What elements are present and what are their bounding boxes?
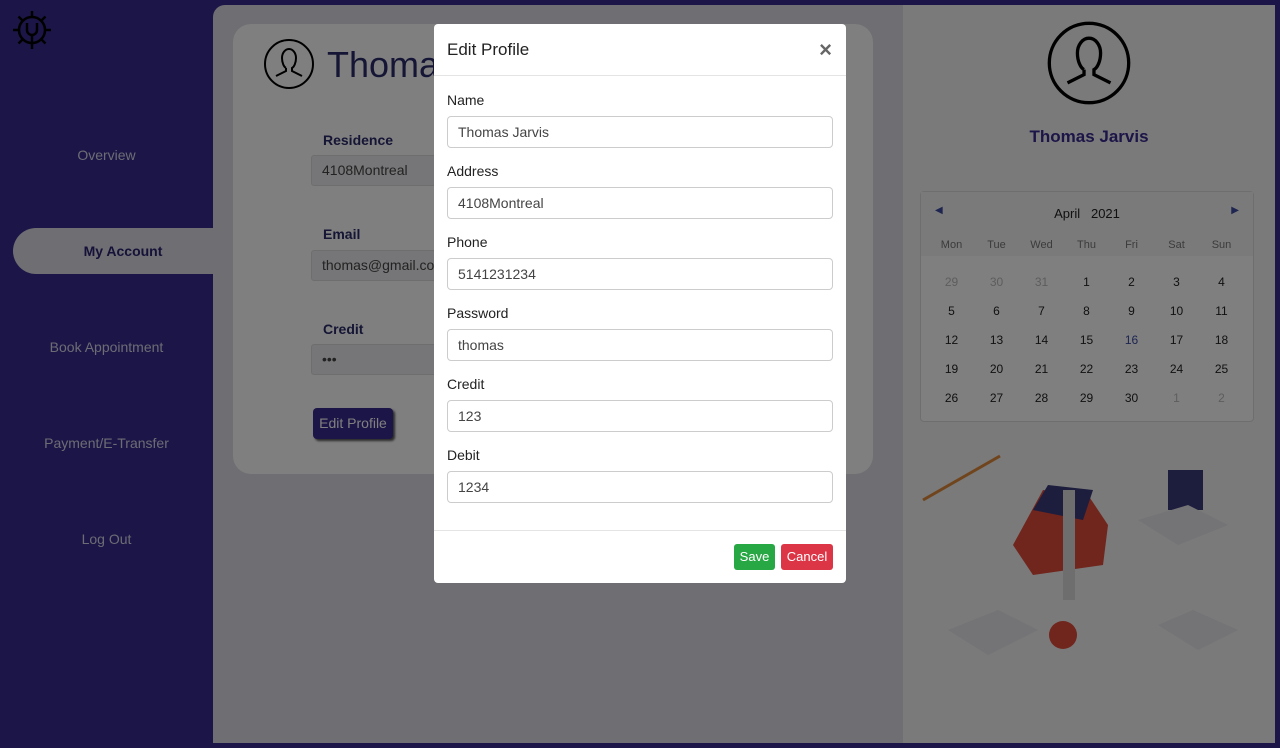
- modal-title: Edit Profile: [447, 40, 530, 59]
- modal-footer-divider: [434, 530, 846, 531]
- password-input[interactable]: [447, 329, 833, 361]
- edit-profile-modal: Edit Profile × Save Cancel Name Address Ph…: [434, 24, 846, 583]
- save-button[interactable]: Save: [734, 544, 775, 570]
- phone-label: Phone: [447, 234, 488, 250]
- password-label: Password: [447, 305, 509, 321]
- address-input[interactable]: [447, 187, 833, 219]
- debit-input[interactable]: [447, 471, 833, 503]
- close-icon[interactable]: ×: [819, 37, 832, 63]
- name-input[interactable]: [447, 116, 833, 148]
- phone-input[interactable]: [447, 258, 833, 290]
- modal-header: Edit Profile ×: [434, 24, 846, 76]
- debit-label: Debit: [447, 447, 480, 463]
- cancel-button[interactable]: Cancel: [781, 544, 833, 570]
- credit-input[interactable]: [447, 400, 833, 432]
- credit-label: Credit: [447, 376, 485, 392]
- name-label: Name: [447, 92, 485, 108]
- address-label: Address: [447, 163, 499, 179]
